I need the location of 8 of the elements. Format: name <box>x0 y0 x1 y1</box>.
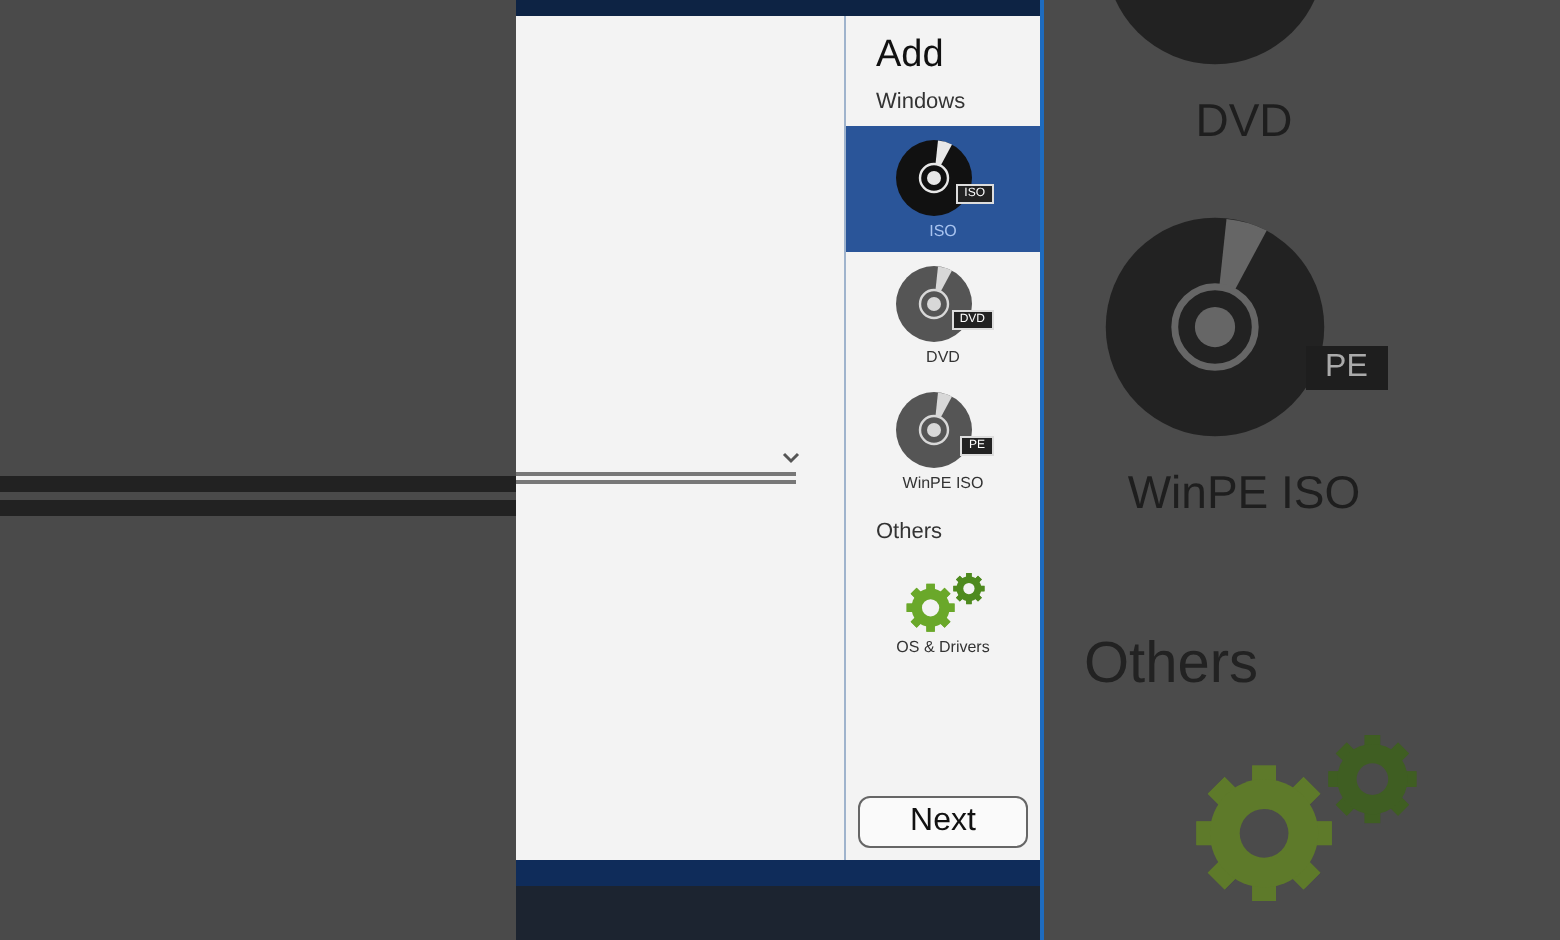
source-item[interactable]: OS & Drivers <box>846 557 1040 668</box>
section-heading: Windows <box>874 87 968 118</box>
disc-icon <box>893 390 973 471</box>
chevron-down-icon[interactable] <box>782 452 800 464</box>
disc-badge: PE <box>1305 345 1388 390</box>
next-button[interactable]: Next <box>858 796 1028 848</box>
section-heading: Others <box>874 518 945 549</box>
panel-title: Add <box>874 32 946 80</box>
